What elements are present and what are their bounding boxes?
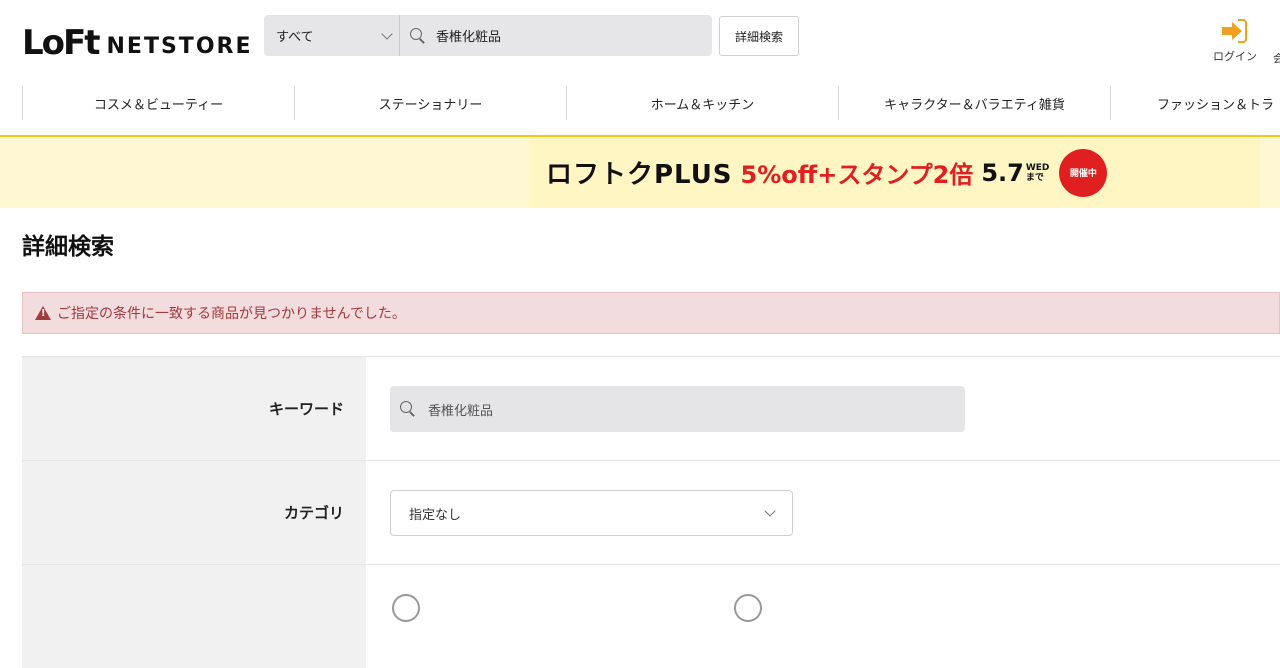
category-nav: コスメ＆ビューティー ステーショナリー ホーム＆キッチン キャラクター＆バラエテ… xyxy=(0,86,1280,122)
member-link[interactable]: 会 xyxy=(1273,50,1280,66)
chevron-down-icon xyxy=(381,27,393,40)
header-search-input[interactable]: 香椎化粧品 xyxy=(436,26,501,45)
advanced-search-form: キーワード 香椎化粧品 カテゴリ 指定なし xyxy=(22,356,1280,668)
login-icon xyxy=(1220,18,1250,44)
loft-logo[interactable]: LoFt NETSTORE xyxy=(22,16,253,60)
nav-fashion-travel[interactable]: ファッション＆トラ xyxy=(1110,86,1280,120)
options-label xyxy=(22,565,366,668)
logo-text: NETSTORE xyxy=(106,34,253,59)
page-title: 詳細検索 xyxy=(22,234,114,260)
banner-day: WED まで xyxy=(1026,163,1050,183)
search-scope-value: すべて xyxy=(276,30,314,45)
category-label: カテゴリ xyxy=(22,461,366,564)
category-select[interactable]: 指定なし xyxy=(390,490,793,536)
radio-option-1[interactable] xyxy=(392,594,420,622)
keyword-label: キーワード xyxy=(22,357,366,460)
search-icon xyxy=(400,401,416,417)
category-row: カテゴリ 指定なし xyxy=(22,460,1280,564)
banner-offer: 5%off+スタンプ2倍 xyxy=(740,161,974,189)
category-value: 指定なし xyxy=(409,507,462,523)
nav-home-kitchen[interactable]: ホーム＆キッチン xyxy=(566,86,838,120)
banner-status-badge: 開催中 xyxy=(1059,148,1108,197)
search-scope-select[interactable]: すべて xyxy=(264,15,400,56)
banner-day-1: WED xyxy=(1025,162,1050,173)
login-label: ログイン xyxy=(1213,50,1257,63)
keyword-value: 香椎化粧品 xyxy=(428,403,494,419)
no-results-alert: ご指定の条件に一致する商品が見つかりませんでした。 xyxy=(22,292,1280,334)
banner-title: ロフトクPLUS xyxy=(546,160,733,190)
search-icon xyxy=(410,27,426,44)
banner-date: 5.7 xyxy=(981,158,1024,187)
alert-message: ご指定の条件に一致する商品が見つかりませんでした。 xyxy=(57,306,406,322)
logo-mark: LoFt xyxy=(22,23,101,63)
login-button[interactable]: ログイン xyxy=(1208,18,1262,64)
promo-banner[interactable]: ロフトクPLUS 5%off+スタンプ2倍 5.7 WED まで 開催中 xyxy=(0,137,1280,208)
warning-icon xyxy=(35,306,51,320)
nav-cosme-beauty[interactable]: コスメ＆ビューティー xyxy=(22,86,294,120)
keyword-row: キーワード 香椎化粧品 xyxy=(22,356,1280,460)
site-header: LoFt NETSTORE すべて 香椎化粧品 詳細検索 ログイン 会 xyxy=(0,0,1280,80)
keyword-input[interactable]: 香椎化粧品 xyxy=(390,386,965,432)
nav-stationery[interactable]: ステーショナリー xyxy=(294,86,566,120)
advanced-search-button[interactable]: 詳細検索 xyxy=(719,16,799,56)
promo-banner-content: ロフトクPLUS 5%off+スタンプ2倍 5.7 WED まで 開催中 xyxy=(530,137,1260,208)
nav-character-variety[interactable]: キャラクター＆バラエティ雑貨 xyxy=(838,86,1110,120)
options-row xyxy=(22,564,1280,668)
header-search-bar: すべて 香椎化粧品 xyxy=(264,15,712,56)
radio-option-2[interactable] xyxy=(734,594,762,622)
banner-day-2: まで xyxy=(1025,172,1044,183)
chevron-down-icon xyxy=(764,505,776,517)
